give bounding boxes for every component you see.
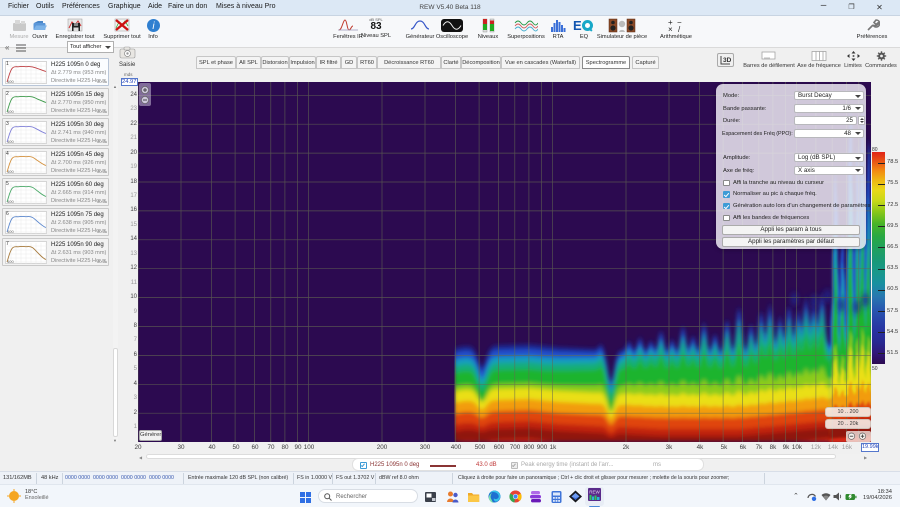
svg-text:×: × [668, 25, 673, 33]
svg-text:E: E [573, 18, 582, 33]
svg-text:3D: 3D [723, 57, 732, 64]
svg-text:REW: REW [589, 490, 600, 495]
